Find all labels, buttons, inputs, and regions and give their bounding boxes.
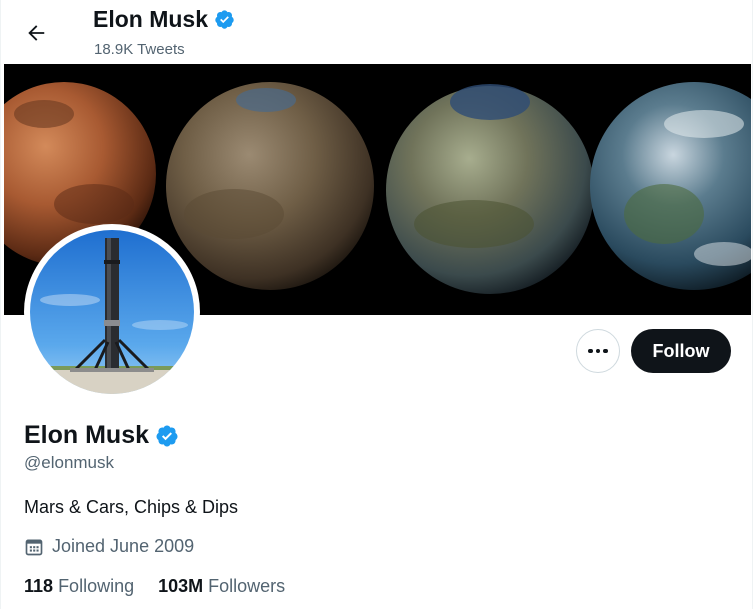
profile-name: Elon Musk xyxy=(24,421,150,449)
verified-badge-icon xyxy=(215,10,234,29)
tweet-count: 18.9K Tweets xyxy=(94,41,185,58)
profile-name-row: Elon Musk xyxy=(24,421,179,450)
following-label: Following xyxy=(58,576,135,596)
joined-date-row: Joined June 2009 xyxy=(24,536,194,557)
verified-badge-icon xyxy=(156,425,178,446)
profile-bio: Mars & Cars, Chips & Dips xyxy=(24,497,239,517)
following-link[interactable]: 118 Following xyxy=(24,576,134,597)
more-options-icon xyxy=(588,348,608,354)
calendar-icon xyxy=(25,539,43,555)
avatar[interactable] xyxy=(24,224,200,400)
joined-date: Joined June 2009 xyxy=(52,536,195,556)
profile-page: Elon Musk 18.9K Tweets Follow Elon Musk … xyxy=(0,0,753,609)
header-name: Elon Musk xyxy=(93,6,209,32)
profile-header: Elon Musk 18.9K Tweets xyxy=(1,0,753,64)
follow-button[interactable]: Follow xyxy=(631,329,731,373)
back-button[interactable] xyxy=(17,14,55,52)
followers-link[interactable]: 103M Followers xyxy=(158,576,285,597)
more-options-button[interactable] xyxy=(576,329,620,373)
header-title-row: Elon Musk xyxy=(93,6,235,33)
avatar-image xyxy=(30,230,194,394)
arrow-left-icon xyxy=(28,25,45,41)
profile-stats: 118 Following 103M Followers xyxy=(24,576,285,597)
followers-count: 103M xyxy=(158,576,204,596)
following-count: 118 xyxy=(24,576,54,596)
profile-handle: @elonmusk xyxy=(24,453,115,472)
followers-label: Followers xyxy=(208,576,286,596)
